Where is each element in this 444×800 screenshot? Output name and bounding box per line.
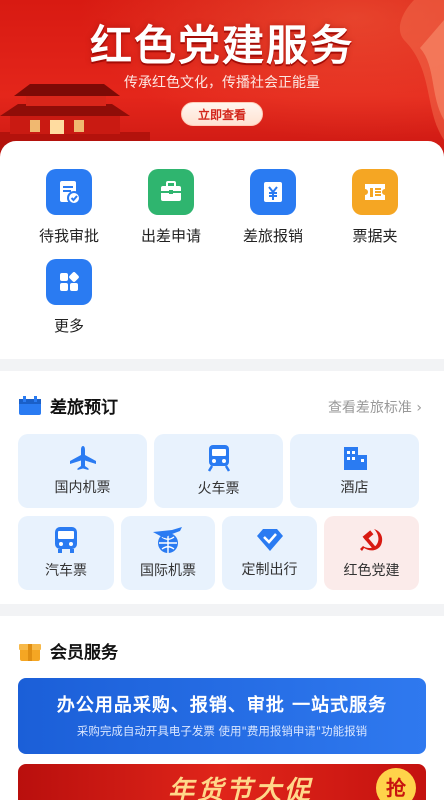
briefcase-icon [148,169,194,215]
hotel-icon [343,447,367,470]
banner-subtitle: 传承红色文化，传播社会正能量 [124,75,320,91]
quick-action-label: 更多 [53,317,84,335]
promo-subtitle: 采购完成自动开具电子发票 使用"费用报销申请"功能报销 [76,724,368,738]
tile-hotel[interactable]: 酒店 [290,434,419,508]
quick-action-label: 差旅报销 [242,227,303,245]
view-travel-standard-link[interactable]: 查看差旅标准 › [328,397,422,417]
tile-bus[interactable]: 汽车票 [18,516,114,590]
tile-label: 定制出行 [241,562,298,578]
tile-label: 酒店 [340,480,369,496]
quick-actions-panel: 待我审批 出差申请 差旅报销 票据夹 更多 [0,141,444,359]
member-services-section: 会员服务 办公用品采购、报销、审批 一站式服务 采购完成自动开具电子发票 使用"… [0,616,444,800]
globe-plane-icon [153,527,182,553]
quick-action-label: 出差申请 [140,227,201,245]
calendar-icon [19,395,41,415]
diamond-check-icon [256,529,283,551]
sale-title: 年货节大促 [168,776,314,800]
tile-custom-travel[interactable]: 定制出行 [222,516,317,590]
quick-action-trip-request[interactable]: 出差申请 [121,169,221,246]
grab-badge: 抢 [376,768,416,800]
more-grid-icon [46,259,92,305]
quick-action-label: 待我审批 [38,227,99,245]
banner-title: 红色党建服务 [89,21,354,70]
travel-section-title: 差旅预订 [50,398,118,418]
tile-label: 火车票 [197,481,240,497]
travel-section-header: 差旅预订 [18,393,118,418]
quick-action-ticket-folder[interactable]: 票据夹 [325,169,425,246]
tile-train[interactable]: 火车票 [154,434,283,508]
tile-label: 汽车票 [45,563,87,579]
hammer-sickle-icon [359,529,382,551]
quick-action-more[interactable]: 更多 [19,259,119,336]
train-icon [207,445,230,472]
ticket-folder-icon [352,169,398,215]
office-supplies-promo-banner[interactable]: 办公用品采购、报销、审批 一站式服务 采购完成自动开具电子发票 使用"费用报销申… [18,678,426,754]
tile-international-flight[interactable]: 国际机票 [121,516,215,590]
quick-action-pending-approval[interactable]: 待我审批 [19,169,119,246]
travel-standard-label: 查看差旅标准 [327,400,412,416]
tile-domestic-flight[interactable]: 国内机票 [18,434,147,508]
quick-action-travel-reimburse[interactable]: 差旅报销 [223,169,323,246]
yuan-reimburse-icon [250,169,296,215]
member-section-header: 会员服务 [18,638,118,663]
gift-box-icon [19,643,41,661]
quick-action-label: 票据夹 [352,227,398,245]
chevron-right-icon: › [416,400,422,416]
promo-title: 办公用品采购、报销、审批 一站式服务 [56,695,388,716]
airplane-icon [69,446,96,470]
tile-label: 国际机票 [140,563,196,579]
travel-booking-section: 差旅预订 查看差旅标准 › 国内机票 火车票 酒店 汽车票 国际机票 定制出行 … [0,371,444,604]
tile-label: 国内机票 [54,480,111,496]
bus-icon [55,527,77,553]
member-section-title: 会员服务 [50,643,118,663]
approval-doc-icon [46,169,92,215]
tile-label: 红色党建 [343,563,400,579]
new-year-sale-banner[interactable]: 年货节大促 抢 [18,764,426,800]
tile-party-building[interactable]: 红色党建 [324,516,419,590]
view-now-button[interactable]: 立即查看 [181,102,263,126]
